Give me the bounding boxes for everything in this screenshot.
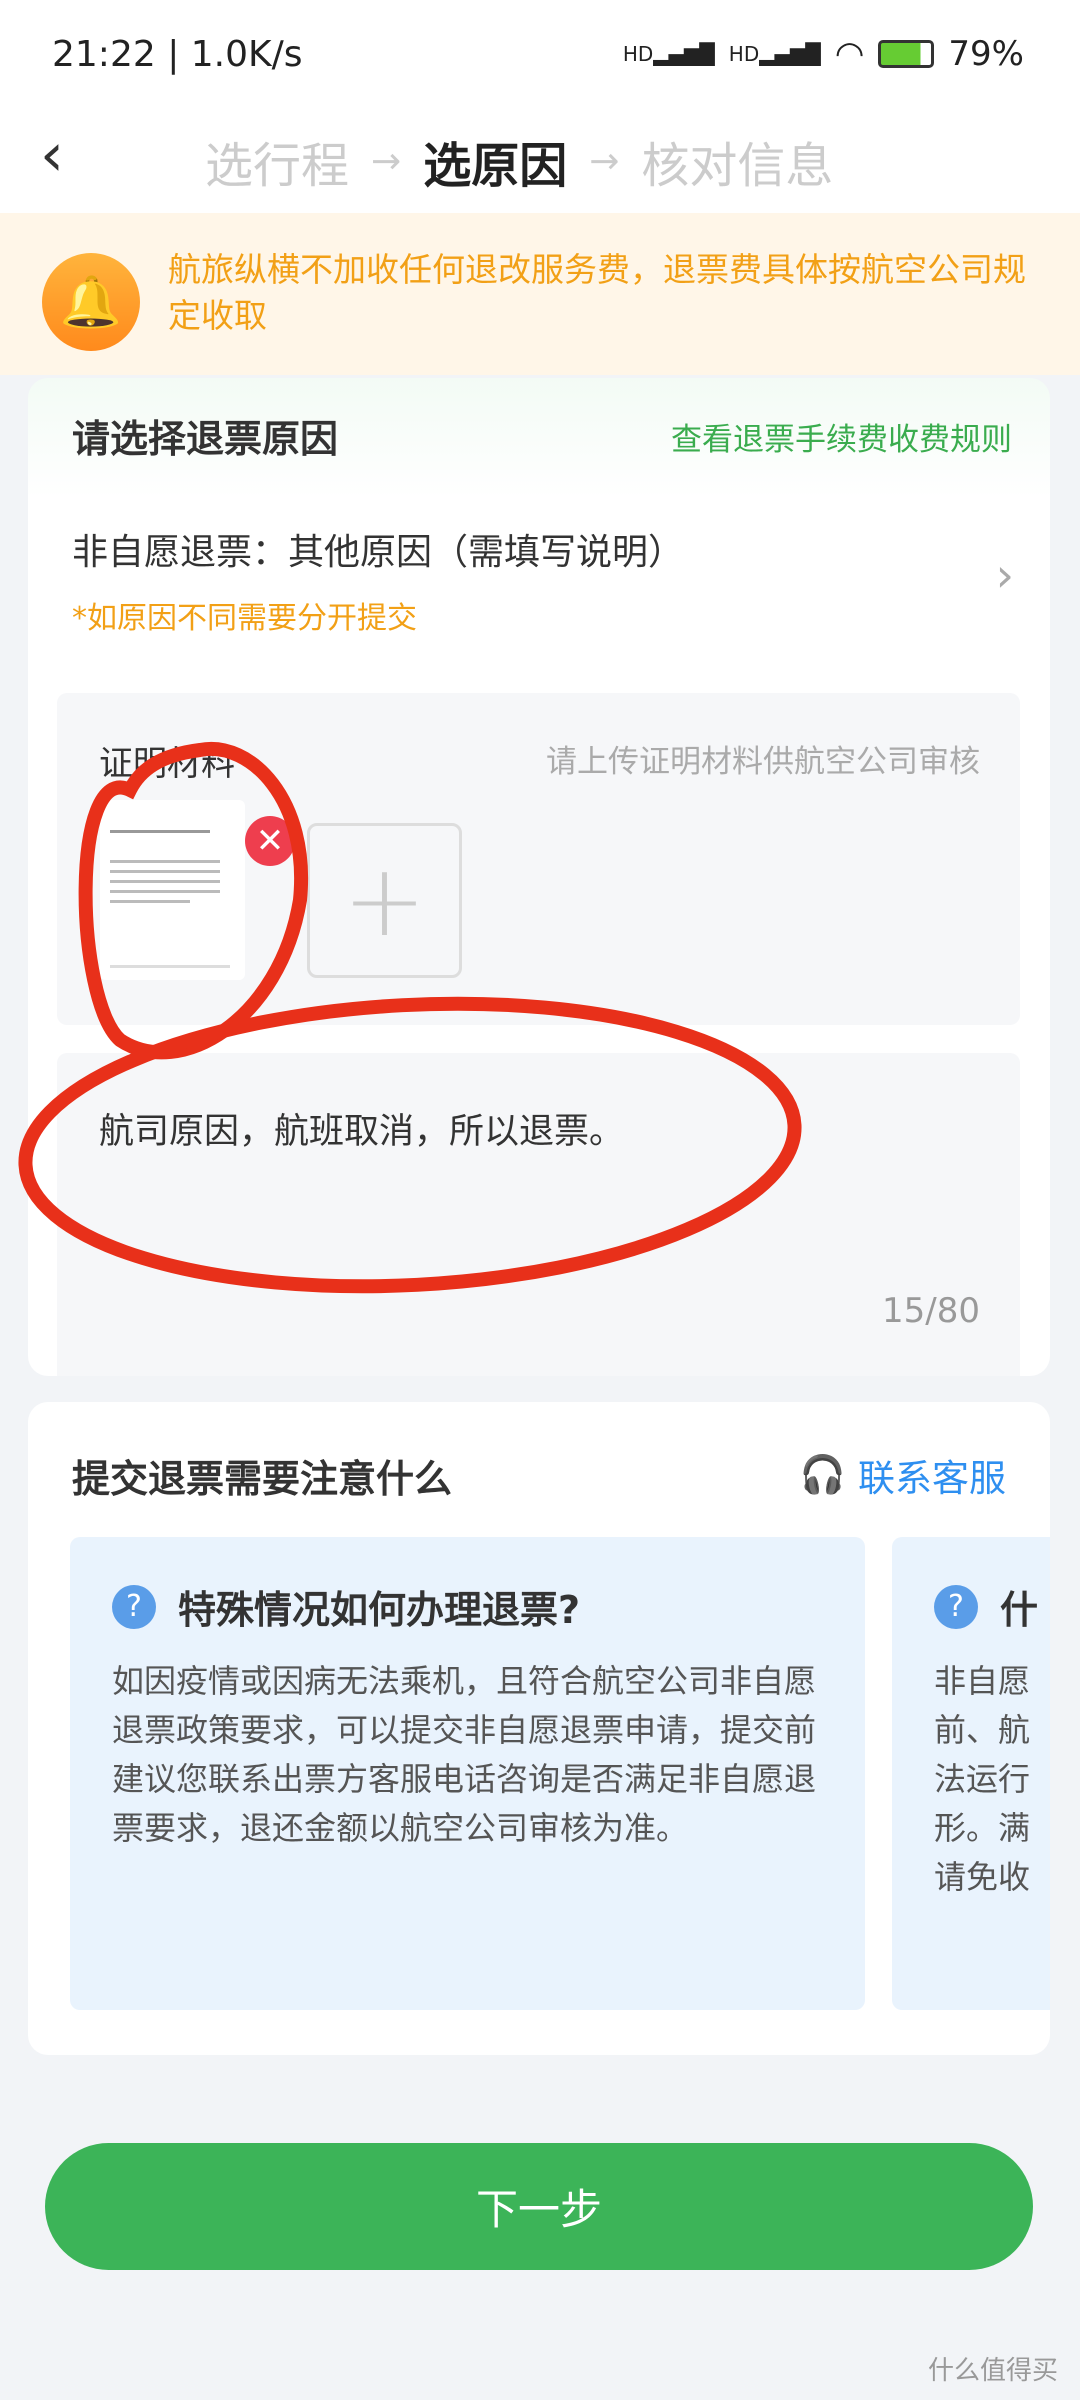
- status-bar: 21:22 | 1.0K/s HD▂▄▆█ HD▂▄▆█ ◠ 79%: [0, 0, 1080, 110]
- selected-reason[interactable]: 非自愿退票：其他原因（需填写说明）: [72, 523, 684, 575]
- reason-card-title: 请选择退票原因: [72, 417, 339, 461]
- signal-icon: HD▂▄▆█: [622, 42, 715, 66]
- next-step-button[interactable]: 下一步: [45, 2143, 1033, 2270]
- notice-banner: 🔔 航旅纵横不加收任何退改服务费，退票费具体按航空公司规定收取: [0, 213, 1080, 375]
- signal-icon: HD▂▄▆█: [728, 42, 821, 66]
- char-counter: 15/80: [882, 1291, 980, 1331]
- contact-service-button[interactable]: 🎧 联系客服: [800, 1448, 1006, 1502]
- battery-icon: [878, 40, 935, 68]
- tip-card[interactable]: ? 特殊情况如何办理退票? 如因疫情或因病无法乘机，且符合航空公司非自愿退票政策…: [70, 1537, 865, 2010]
- description-value: 航司原因，航班取消，所以退票。: [99, 1112, 625, 1152]
- uploaded-image-thumbnail[interactable]: [100, 800, 245, 980]
- upload-label: 证明材料: [99, 744, 235, 784]
- fee-rules-link[interactable]: 查看退票手续费收费规则: [671, 414, 1012, 459]
- back-icon[interactable]: ‹: [40, 120, 64, 190]
- headset-icon: 🎧: [799, 1453, 846, 1496]
- tip-body: 如因疫情或因病无法乘机，且符合航空公司非自愿退票政策要求，可以提交非自愿退票申请…: [112, 1662, 817, 1847]
- battery-level: 79%: [948, 34, 1024, 74]
- top-nav: ‹ 选行程 → 选原因 → 核对信息: [0, 110, 1080, 213]
- description-textarea[interactable]: 航司原因，航班取消，所以退票。 15/80: [57, 1053, 1020, 1376]
- delete-image-icon[interactable]: ✕: [245, 816, 295, 866]
- bell-icon: 🔔: [42, 253, 140, 351]
- step-arrow-icon: →: [371, 140, 402, 182]
- tip-card[interactable]: ? 什 非自愿 前、航 法运行 形。满 请免收: [892, 1537, 1050, 2010]
- tip-title: 什: [1000, 1588, 1039, 1632]
- tip-title: 特殊情况如何办理退票?: [178, 1588, 581, 1632]
- upload-section: 证明材料 请上传证明材料供航空公司审核 ✕ +: [57, 693, 1020, 1025]
- tip-body: 非自愿 前、航 法运行 形。满 请免收: [934, 1662, 1031, 1896]
- step-select-trip: 选行程: [205, 138, 350, 194]
- reason-note: *如原因不同需要分开提交: [72, 601, 417, 636]
- step-verify-info: 核对信息: [641, 138, 834, 194]
- notice-text: 航旅纵横不加收任何退改服务费，退票费具体按航空公司规定收取: [168, 250, 1026, 335]
- reason-card: 请选择退票原因 查看退票手续费收费规则 非自愿退票：其他原因（需填写说明） *如…: [28, 378, 1050, 1376]
- wifi-icon: ◠: [834, 34, 865, 74]
- question-icon: ?: [934, 1585, 978, 1629]
- contact-service-label: 联系客服: [858, 1457, 1006, 1500]
- status-icons: HD▂▄▆█ HD▂▄▆█ ◠ 79%: [623, 34, 1024, 74]
- tips-card: 提交退票需要注意什么 🎧 联系客服 ? 特殊情况如何办理退票? 如因疫情或因病无…: [28, 1402, 1050, 2055]
- status-time: 21:22 | 1.0K/s: [52, 34, 303, 75]
- tips-card-title: 提交退票需要注意什么: [72, 1457, 453, 1501]
- question-icon: ?: [112, 1585, 156, 1629]
- add-image-button[interactable]: +: [307, 823, 462, 978]
- upload-hint: 请上传证明材料供航空公司审核: [546, 744, 980, 780]
- watermark: 什么值得买: [927, 2356, 1058, 2386]
- step-indicator: 选行程 → 选原因 → 核对信息: [205, 126, 833, 196]
- chevron-right-icon[interactable]: ›: [996, 548, 1014, 602]
- step-arrow-icon: →: [589, 140, 620, 182]
- step-select-reason: 选原因: [423, 138, 568, 194]
